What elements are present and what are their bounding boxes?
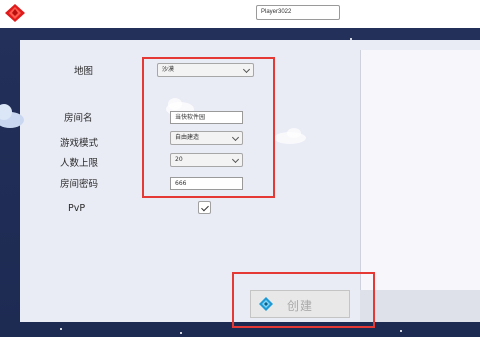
max-players-label: 人数上限 bbox=[60, 158, 99, 169]
star bbox=[180, 332, 182, 334]
pvp-checkbox[interactable] bbox=[198, 201, 211, 214]
room-name-label: 房间名 bbox=[64, 113, 93, 124]
create-button-highlight-box bbox=[232, 272, 375, 328]
map-preview-area bbox=[360, 50, 480, 290]
preview-footer bbox=[360, 290, 480, 322]
top-bar: Player3022 bbox=[0, 0, 480, 28]
pvp-label: PvP bbox=[68, 203, 86, 214]
star bbox=[400, 330, 402, 332]
player-name-field[interactable]: Player3022 bbox=[256, 5, 340, 20]
red-gem-logo-icon[interactable] bbox=[4, 3, 26, 23]
form-highlight-box bbox=[142, 57, 275, 198]
cloud-decoration bbox=[274, 128, 306, 144]
star bbox=[60, 328, 62, 330]
game-mode-label: 游戏模式 bbox=[60, 138, 99, 149]
map-label: 地图 bbox=[74, 66, 94, 77]
checkmark-icon bbox=[201, 203, 209, 212]
password-label: 房间密码 bbox=[60, 179, 99, 190]
cloud-left-decoration bbox=[0, 104, 24, 128]
